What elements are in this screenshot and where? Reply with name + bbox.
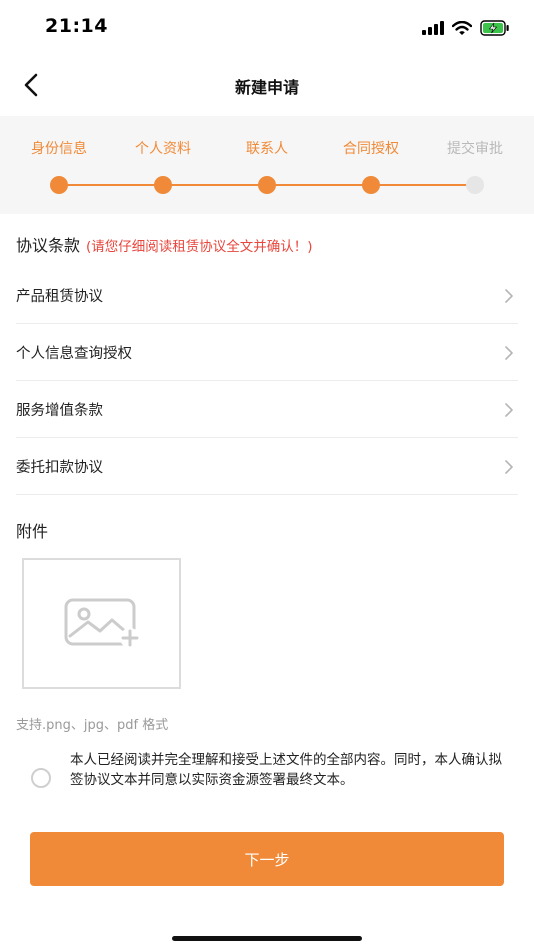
step-label-identity: 身份信息 xyxy=(31,141,87,157)
home-indicator xyxy=(172,936,362,941)
step-progress: 身份信息 个人资料 联系人 合同授权 提交审批 xyxy=(0,116,534,214)
agreement-item-label: 个人信息查询授权 xyxy=(16,346,132,362)
chevron-right-icon xyxy=(505,289,513,303)
next-step-button[interactable]: 下一步 xyxy=(30,832,504,886)
signal-icon xyxy=(422,21,444,35)
agreement-item-label: 服务增值条款 xyxy=(16,403,103,419)
chevron-right-icon xyxy=(505,403,513,417)
step-label-profile: 个人资料 xyxy=(135,141,191,157)
attachment-title: 附件 xyxy=(16,522,49,541)
agreement-item-label: 委托扣款协议 xyxy=(16,460,103,476)
agreements-hint: (请您仔细阅读租赁协议全文并确认！) xyxy=(86,239,313,255)
status-icons xyxy=(422,18,510,38)
wifi-icon xyxy=(452,20,472,35)
image-add-icon xyxy=(64,598,140,648)
chevron-right-icon xyxy=(505,460,513,474)
status-time: 21:14 xyxy=(45,15,108,37)
step-label-contacts: 联系人 xyxy=(246,141,288,157)
step-dot-contacts xyxy=(258,176,276,194)
agreement-item-label: 产品租赁协议 xyxy=(16,289,103,305)
agreement-item-lease[interactable]: 产品租赁协议 xyxy=(16,267,518,324)
consent-radio[interactable] xyxy=(31,768,51,788)
attachment-upload-button[interactable] xyxy=(22,558,181,689)
step-label-submit: 提交审批 xyxy=(447,141,503,157)
step-dot-contract xyxy=(362,176,380,194)
agreement-item-debit[interactable]: 委托扣款协议 xyxy=(16,438,518,495)
nav-bar: 新建申请 xyxy=(0,56,534,114)
consent-text: 本人已经阅读并完全理解和接受上述文件的全部内容。同时，本人确认拟签协议文本并同意… xyxy=(70,752,502,788)
agreements-list: 产品租赁协议 个人信息查询授权 服务增值条款 委托扣款协议 xyxy=(16,267,518,495)
page-title: 新建申请 xyxy=(234,78,299,97)
agreements-title: 协议条款 xyxy=(16,236,81,255)
agreement-item-info-auth[interactable]: 个人信息查询授权 xyxy=(16,324,518,381)
status-bar: 21:14 xyxy=(0,0,534,56)
step-dot-submit xyxy=(466,176,484,194)
step-label-contract: 合同授权 xyxy=(343,141,399,157)
battery-charging-icon xyxy=(480,20,509,36)
agreements-heading: 协议条款 (请您仔细阅读租赁协议全文并确认！) xyxy=(16,232,313,256)
step-dot-profile xyxy=(154,176,172,194)
agreement-item-value-added[interactable]: 服务增值条款 xyxy=(16,381,518,438)
supported-formats-note: 支持.png、jpg、pdf 格式 xyxy=(16,718,169,733)
chevron-right-icon xyxy=(505,346,513,360)
step-dot-identity xyxy=(50,176,68,194)
